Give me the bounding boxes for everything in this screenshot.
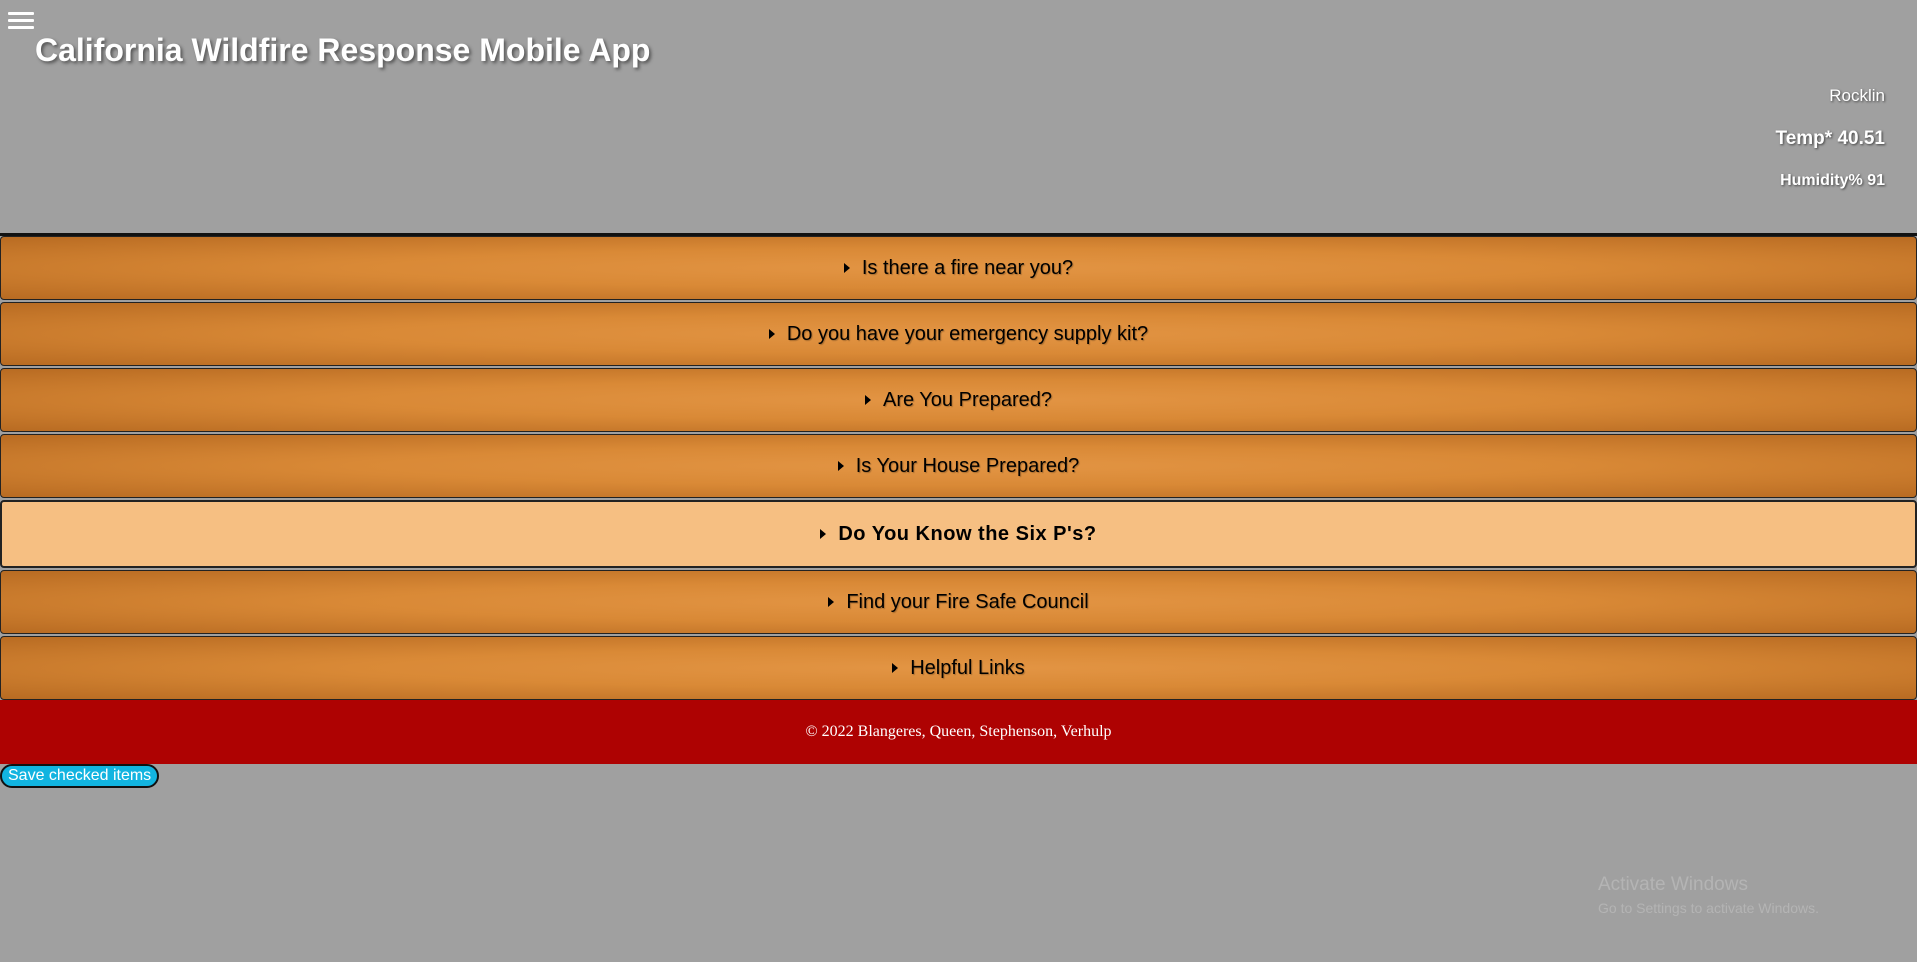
accordion-item-six-ps[interactable]: Do You Know the Six P's? <box>0 500 1917 568</box>
copyright-text: © 2022 Blangeres, Queen, Stephenson, Ver… <box>805 723 1112 740</box>
weather-panel: Rocklin Temp* 40.51 Humidity% 91 <box>1776 86 1885 190</box>
watermark-subtitle: Go to Settings to activate Windows. <box>1598 900 1819 916</box>
watermark-title: Activate Windows <box>1598 874 1748 895</box>
weather-city: Rocklin <box>1829 86 1885 105</box>
app-header: California Wildfire Response Mobile App … <box>0 0 1917 236</box>
question-accordion: Is there a fire near you? Do you have yo… <box>0 236 1917 700</box>
accordion-item-are-you-prepared[interactable]: Are You Prepared? <box>0 368 1917 432</box>
accordion-item-label: Is Your House Prepared? <box>855 454 1080 477</box>
accordion-item-fire-safe-council[interactable]: Find your Fire Safe Council <box>0 570 1917 634</box>
caret-right-icon <box>837 461 844 471</box>
accordion-item-label: Find your Fire Safe Council <box>846 590 1089 613</box>
accordion-item-emergency-kit[interactable]: Do you have your emergency supply kit? <box>0 302 1917 366</box>
weather-humidity: Humidity% 91 <box>1780 172 1885 189</box>
caret-right-icon <box>843 263 850 273</box>
hamburger-menu-icon[interactable] <box>8 12 34 32</box>
weather-temperature: Temp* 40.51 <box>1775 128 1885 149</box>
accordion-item-helpful-links[interactable]: Helpful Links <box>0 636 1917 700</box>
accordion-item-label: Is there a fire near you? <box>861 256 1074 279</box>
caret-right-icon <box>892 663 899 673</box>
accordion-item-fire-near-you[interactable]: Is there a fire near you? <box>0 236 1917 300</box>
activate-windows-watermark: Activate Windows Go to Settings to activ… <box>1598 874 1819 916</box>
caret-right-icon <box>768 329 775 339</box>
caret-right-icon <box>820 529 827 539</box>
accordion-item-label: Helpful Links <box>910 656 1025 679</box>
accordion-item-house-prepared[interactable]: Is Your House Prepared? <box>0 434 1917 498</box>
caret-right-icon <box>864 395 871 405</box>
app-title: California Wildfire Response Mobile App <box>35 32 651 68</box>
accordion-item-label: Do you have your emergency supply kit? <box>786 322 1149 345</box>
caret-right-icon <box>828 597 835 607</box>
accordion-item-label: Are You Prepared? <box>882 388 1053 411</box>
accordion-item-label: Do You Know the Six P's? <box>838 522 1097 545</box>
page-footer: © 2022 Blangeres, Queen, Stephenson, Ver… <box>0 700 1917 764</box>
save-checked-items-button[interactable]: Save checked items <box>0 764 160 788</box>
